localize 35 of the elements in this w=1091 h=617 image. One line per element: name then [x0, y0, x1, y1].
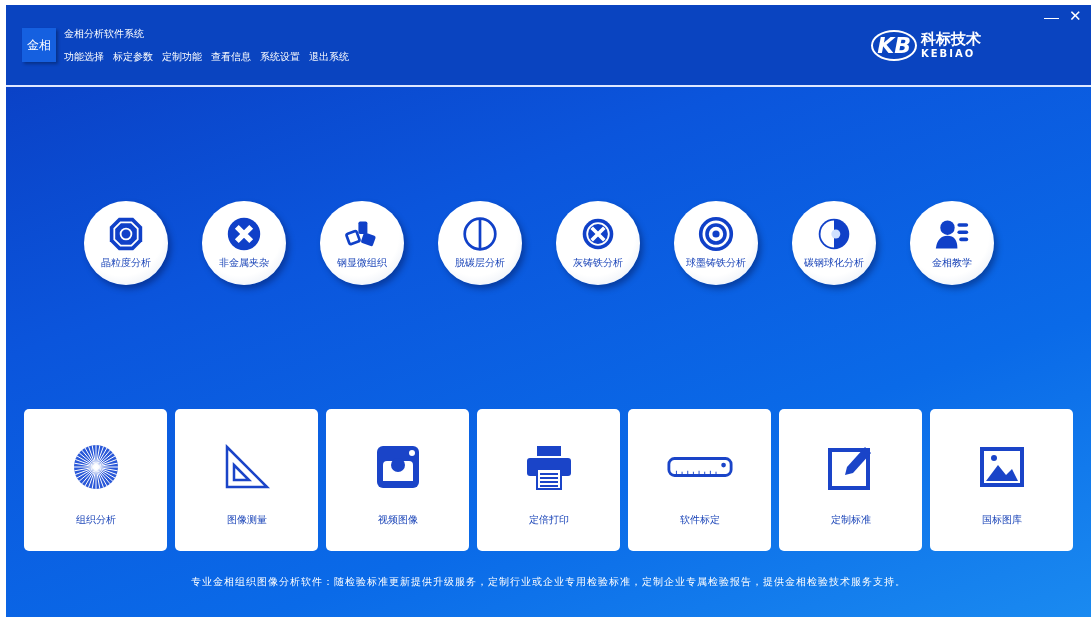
printer-icon	[524, 443, 573, 491]
radial-icon	[71, 443, 120, 491]
ruler-icon	[666, 455, 733, 479]
brand-pinyin: KEBIAO	[921, 47, 977, 59]
tool-card[interactable]: 国标图库	[930, 409, 1073, 551]
menu-item[interactable]: 退出系统	[309, 49, 349, 64]
close-button[interactable]: ✕	[1066, 7, 1085, 25]
analysis-button[interactable]: 金相教学	[909, 201, 994, 285]
tool-card[interactable]: 软件标定	[628, 409, 771, 551]
tool-card[interactable]: 图像测量	[175, 409, 318, 551]
octagon-icon	[107, 216, 144, 252]
brand-name: 科标技术	[921, 31, 981, 48]
menu-item[interactable]: 系统设置	[260, 49, 300, 64]
tool-card[interactable]: 组织分析	[24, 409, 167, 551]
analysis-button[interactable]: 非金属夹杂	[201, 201, 286, 285]
tool-card[interactable]: 定倍打印	[477, 409, 620, 551]
analysis-button[interactable]: 球墨铸铁分析	[673, 201, 758, 285]
footer-text: 专业金相组织图像分析软件：随检验标准更新提供升级服务，定制行业或企业专用检验标准，定制企业专属检验报告，提供金相检验技术服务支持。	[190, 575, 907, 589]
analysis-button[interactable]: 钢显微组织	[319, 201, 404, 285]
app-logo: 金相	[22, 28, 56, 62]
target-icon	[697, 216, 734, 252]
app-title: 金相分析软件系统	[64, 26, 145, 41]
analysis-button[interactable]: 晶粒度分析	[83, 201, 168, 285]
tool-card[interactable]: 视频图像	[326, 409, 469, 551]
analysis-button[interactable]: 脱碳层分析	[437, 201, 522, 285]
menu-item[interactable]: 标定参数	[113, 49, 153, 64]
minimize-button[interactable]: —	[1041, 7, 1062, 25]
analysis-button[interactable]: 灰铸铁分析	[555, 201, 640, 285]
menu-item[interactable]: 查看信息	[211, 49, 251, 64]
brand-mark: KB	[871, 29, 917, 61]
split-icon	[461, 216, 498, 252]
menu-item[interactable]: 定制功能	[162, 49, 202, 64]
tool-card[interactable]: 定制标准	[779, 409, 922, 551]
analysis-button[interactable]: 碳钢球化分析	[791, 201, 876, 285]
menu-item[interactable]: 功能选择	[64, 49, 104, 64]
